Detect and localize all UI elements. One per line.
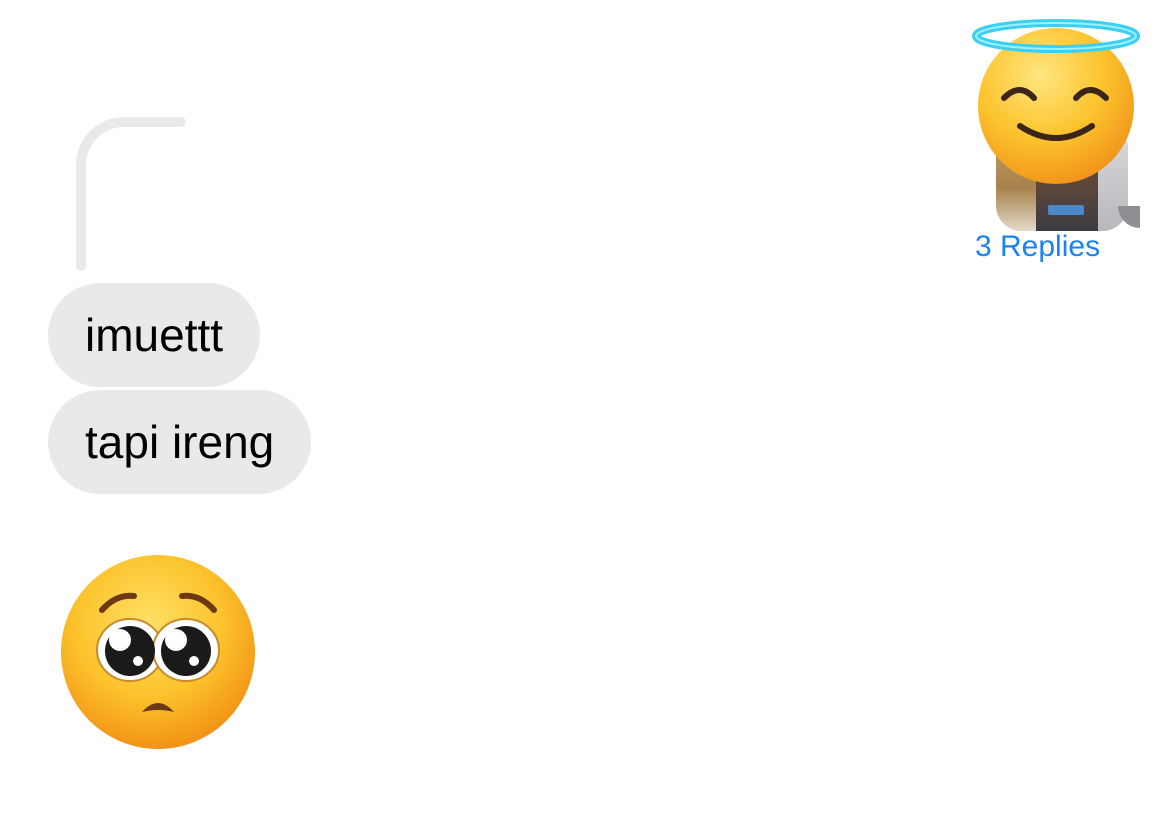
message-text: imuettt <box>85 309 224 361</box>
pleading-face-icon[interactable] <box>58 552 258 752</box>
thread-replies-link[interactable]: 3 Replies <box>975 227 1125 267</box>
message-bubble[interactable]: imuettt <box>48 283 261 387</box>
message-bubble[interactable]: tapi ireng <box>48 390 312 494</box>
smiling-face-with-halo-icon[interactable] <box>968 18 1144 188</box>
photo-with-sticker[interactable] <box>968 18 1144 231</box>
thread-reply-connector <box>76 117 186 271</box>
message-text: tapi ireng <box>85 416 275 468</box>
